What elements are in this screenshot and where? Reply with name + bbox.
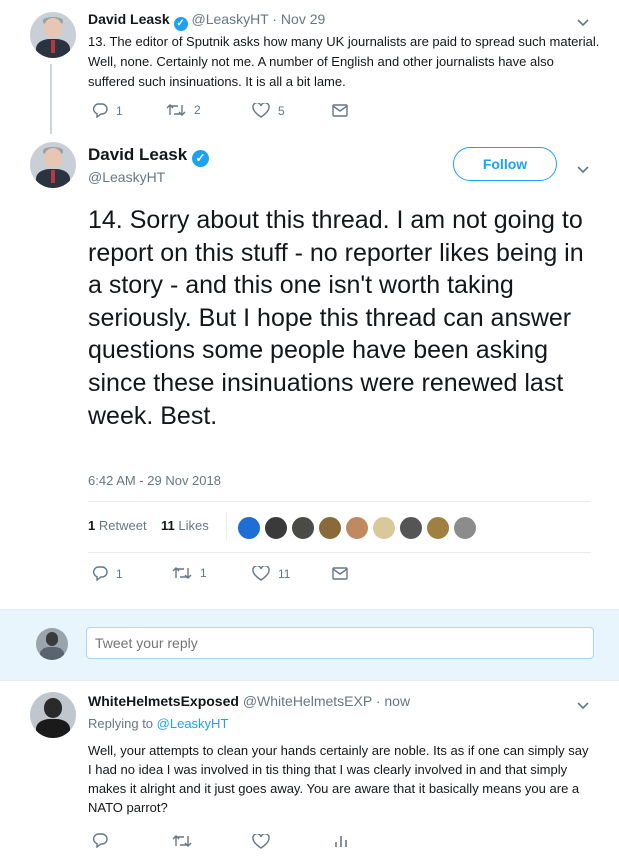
liker-avatar[interactable] (452, 515, 478, 541)
liker-avatar[interactable] (317, 515, 343, 541)
thread-line (50, 64, 52, 134)
analytics-button[interactable] (334, 834, 348, 848)
chevron-down-icon[interactable] (577, 161, 589, 179)
message-button[interactable] (332, 104, 348, 117)
message-button[interactable] (332, 567, 348, 580)
retweet-icon (166, 104, 186, 116)
tweet13-author-name[interactable]: David Leask (88, 11, 170, 27)
retweet-count: 1 (200, 566, 207, 580)
avatar-david-leask-small[interactable] (30, 12, 76, 58)
retweets-num: 1 (88, 518, 96, 533)
reply-count: 1 (116, 103, 123, 118)
liker-avatar[interactable] (290, 515, 316, 541)
liker-avatar[interactable] (263, 515, 289, 541)
retweet-button[interactable]: 1 (172, 566, 207, 580)
follow-button[interactable]: Follow (453, 147, 557, 181)
chevron-down-icon[interactable] (577, 14, 589, 32)
liker-avatar[interactable] (236, 515, 262, 541)
avatar-current-user (36, 628, 68, 660)
stats-divider-top (88, 501, 591, 502)
stats-divider-bottom (88, 552, 591, 553)
retweet-icon (172, 567, 192, 579)
reply-icon (92, 566, 108, 581)
main-author: David Leask ✓ (88, 145, 209, 167)
stats-separator (226, 512, 227, 540)
tweet13-header: David Leask ✓ @LeaskyHT · Nov 29 (88, 11, 325, 31)
reply-input[interactable] (86, 627, 594, 659)
like-button[interactable]: 11 (252, 566, 290, 581)
like-icon (252, 566, 270, 581)
like-icon (252, 834, 270, 849)
like-count: 5 (278, 103, 285, 118)
replying-handle-link[interactable]: @LeaskyHT (157, 716, 229, 731)
main-tweet-text: 14. Sorry about this thread. I am not go… (88, 206, 584, 430)
liker-avatars[interactable] (236, 515, 496, 541)
retweet-button[interactable] (172, 834, 192, 848)
reply-button[interactable]: 1 (92, 566, 123, 581)
main-author-name[interactable]: David Leask (88, 145, 187, 164)
reply-button[interactable]: 1 (92, 103, 123, 118)
reply-meta: @WhiteHelmetsEXP · now (242, 693, 411, 709)
like-icon (252, 103, 270, 118)
retweet-count: 2 (194, 103, 201, 117)
reply-tweet-header: WhiteHelmetsExposed @WhiteHelmetsEXP · n… (88, 693, 410, 709)
reply-count: 1 (116, 566, 123, 581)
likes-label: Likes (178, 518, 209, 533)
avatar-whitehelmetsexposed[interactable] (30, 692, 76, 738)
reply-tweet-text: Well, your attempts to clean your hands … (88, 743, 589, 815)
engagement-stats: 1 Retweet 11 Likes (88, 518, 209, 533)
reply-author-name[interactable]: WhiteHelmetsExposed (88, 693, 239, 709)
stats-icon (335, 836, 347, 847)
verified-badge-icon: ✓ (191, 150, 209, 167)
retweet-icon (172, 835, 192, 847)
message-icon (332, 104, 348, 117)
replying-prefix: Replying to (88, 716, 154, 731)
main-author-handle[interactable]: @LeaskyHT (88, 169, 165, 185)
chevron-down-icon[interactable] (577, 697, 589, 715)
avatar-david-leask[interactable] (30, 142, 76, 188)
liker-avatar[interactable] (371, 515, 397, 541)
retweet-button[interactable]: 2 (166, 103, 201, 117)
like-button[interactable] (252, 834, 270, 849)
reply-icon (92, 103, 108, 118)
like-count: 11 (278, 566, 291, 581)
liker-avatar[interactable] (398, 515, 424, 541)
likes-num: 11 (161, 518, 175, 533)
tweet13-meta: @LeaskyHT · Nov 29 (191, 11, 326, 27)
tweet13-text: 13. The editor of Sputnik asks how many … (88, 34, 600, 89)
liker-avatar[interactable] (425, 515, 451, 541)
replying-to: Replying to @LeaskyHT (88, 716, 228, 731)
verified-badge-icon: ✓ (173, 17, 188, 31)
liker-avatar[interactable] (344, 515, 370, 541)
reply-button[interactable] (92, 833, 108, 848)
retweets-stat[interactable]: 1 Retweet (88, 518, 147, 533)
main-tweet-timestamp[interactable]: 6:42 AM - 29 Nov 2018 (88, 473, 221, 488)
likes-stat[interactable]: 11 Likes (161, 518, 209, 533)
retweets-label: Retweet (98, 518, 147, 533)
message-icon (332, 567, 348, 580)
like-button[interactable]: 5 (252, 103, 285, 118)
reply-icon (92, 833, 108, 848)
